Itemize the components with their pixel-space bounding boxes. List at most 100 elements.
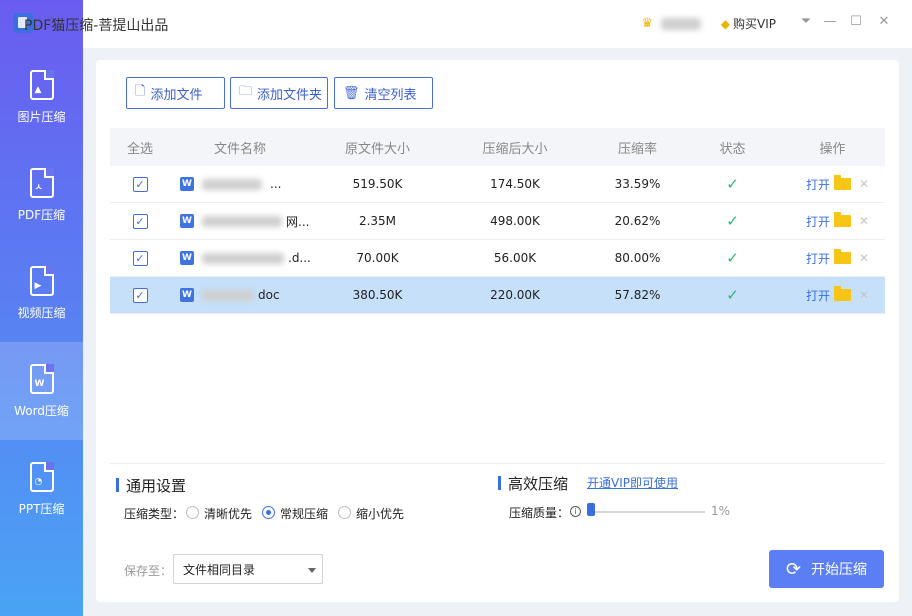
- header-status: 状态: [719, 141, 746, 157]
- compression-ratio: 80.00%: [614, 251, 661, 265]
- general-settings-title: 通用设置: [116, 475, 186, 496]
- video-file-icon: ▶: [29, 265, 54, 296]
- original-size: 380.50K: [352, 288, 403, 302]
- option-normal[interactable]: 常规压缩: [280, 505, 328, 522]
- radio-clarity-first[interactable]: [186, 506, 199, 519]
- add-file-icon: 🗋: [135, 84, 146, 99]
- row-checkbox[interactable]: ✓: [132, 287, 148, 303]
- user-name: [661, 17, 701, 30]
- blurred-text: [202, 252, 284, 264]
- original-size: 2.35M: [358, 214, 397, 228]
- clear-list-button[interactable]: 🗑 清空列表: [334, 77, 433, 109]
- remove-icon[interactable]: ✕: [859, 177, 869, 191]
- user-account[interactable]: ♛: [641, 16, 701, 31]
- header-original-size: 原文件大小: [344, 141, 410, 157]
- trash-icon: 🗑: [343, 85, 360, 101]
- file-name: .d...: [288, 251, 311, 265]
- radio-smaller-first[interactable]: [338, 506, 351, 519]
- start-compression-button[interactable]: ⟳ 开始压缩: [769, 550, 884, 588]
- blurred-text: [202, 289, 254, 301]
- table-row-selected[interactable]: ✓ Wdoc 380.50K 220.00K 57.82% ✓ 打开 ✕: [110, 277, 885, 314]
- blurred-text: [202, 178, 262, 190]
- folder-icon[interactable]: [833, 286, 851, 301]
- save-to-label: 保存至：: [124, 564, 173, 578]
- header-ratio: 压缩率: [617, 141, 657, 157]
- compression-ratio: 33.59%: [614, 177, 661, 191]
- success-check-icon: ✓: [726, 249, 739, 267]
- blurred-text: [202, 215, 282, 227]
- start-compression-label: 开始压缩: [811, 562, 868, 578]
- ppt-file-icon: ◔: [29, 461, 54, 492]
- word-doc-icon: W: [180, 177, 194, 191]
- minimize-icon[interactable]: —: [822, 14, 838, 29]
- remove-icon[interactable]: ✕: [859, 214, 869, 228]
- file-name: doc: [258, 288, 280, 302]
- open-vip-link[interactable]: 开通VIP即可使用: [587, 474, 678, 491]
- table-row[interactable]: ✓ W 网... 2.35M 498.00K 20.62% ✓ 打开 ✕: [110, 203, 885, 240]
- sidebar-item-ppt[interactable]: ◔ PPT压缩: [0, 440, 83, 538]
- compressed-size: 498.00K: [490, 214, 540, 228]
- file-name: 网...: [286, 214, 310, 229]
- word-doc-icon: W: [180, 251, 194, 265]
- open-link[interactable]: 打开: [806, 250, 830, 267]
- crown-icon: ♛: [641, 16, 653, 31]
- buy-vip-button[interactable]: ◆ 购买VIP: [721, 15, 776, 32]
- select-all-header[interactable]: 全选: [110, 128, 170, 166]
- refresh-icon: ⟳: [785, 558, 802, 580]
- app-title: PDF猫压缩-菩提山出品: [24, 18, 169, 34]
- maximize-icon[interactable]: ☐: [848, 14, 864, 29]
- open-link[interactable]: 打开: [806, 287, 830, 304]
- add-folder-button[interactable]: 🗀 添加文件夹: [230, 77, 328, 109]
- success-check-icon: ✓: [726, 286, 739, 304]
- add-file-button[interactable]: 🗋 添加文件: [126, 77, 225, 109]
- compressed-size: 174.50K: [490, 177, 540, 191]
- add-file-label: 添加文件: [150, 87, 203, 103]
- folder-icon[interactable]: [833, 212, 851, 227]
- open-link[interactable]: 打开: [806, 176, 830, 193]
- folder-icon[interactable]: [833, 249, 851, 264]
- original-size: 70.00K: [356, 251, 399, 265]
- original-size: 519.50K: [352, 177, 403, 191]
- quality-label: 压缩质量：: [509, 506, 570, 520]
- title-bar: PDF猫压缩-菩提山出品 ♛ ◆ 购买VIP ⏷ — ☐ ✕: [13, 0, 912, 48]
- compression-ratio: 20.62%: [614, 214, 661, 228]
- table-row[interactable]: ✓ W .d... 70.00K 56.00K 80.00% ✓ 打开 ✕: [110, 240, 885, 277]
- image-file-icon: ▲: [29, 69, 54, 100]
- row-checkbox[interactable]: ✓: [132, 176, 148, 192]
- close-icon[interactable]: ✕: [876, 14, 892, 29]
- pdf-file-icon: ㅅ: [29, 167, 54, 198]
- remove-icon[interactable]: ✕: [859, 251, 869, 265]
- success-check-icon: ✓: [726, 212, 739, 230]
- sidebar-item-word[interactable]: W Word压缩: [0, 342, 83, 440]
- sidebar-item-image[interactable]: ▲ 图片压缩: [0, 48, 83, 146]
- divider: [110, 463, 885, 464]
- menu-icon[interactable]: ⏷: [798, 14, 814, 29]
- buy-vip-label: 购买VIP: [733, 17, 776, 31]
- table-header: 全选 文件名称 原文件大小 压缩后大小 压缩率 状态 操作: [110, 128, 885, 166]
- option-clarity-first[interactable]: 清晰优先: [204, 505, 252, 522]
- sidebar-item-video[interactable]: ▶ 视频压缩: [0, 244, 83, 342]
- row-checkbox[interactable]: ✓: [132, 213, 148, 229]
- sidebar-item-label: 视频压缩: [17, 305, 66, 320]
- option-smaller-first[interactable]: 缩小优先: [356, 505, 404, 522]
- diamond-icon: ◆: [720, 16, 730, 31]
- save-location-value: 文件相同目录: [183, 562, 256, 577]
- row-checkbox[interactable]: ✓: [132, 250, 148, 266]
- quality-slider-handle[interactable]: [587, 503, 595, 516]
- sidebar-item-label: 图片压缩: [17, 109, 66, 124]
- header-actions: 操作: [819, 141, 846, 157]
- radio-normal[interactable]: [262, 506, 275, 519]
- header-file-name: 文件名称: [213, 141, 266, 157]
- word-doc-icon: W: [180, 214, 194, 228]
- sidebar-item-label: Word压缩: [14, 403, 69, 418]
- save-location-select[interactable]: 文件相同目录: [173, 554, 323, 584]
- sidebar-item-pdf[interactable]: ㅅ PDF压缩: [0, 146, 83, 244]
- folder-icon[interactable]: [833, 175, 851, 190]
- sidebar-item-label: PPT压缩: [18, 501, 65, 516]
- quality-slider-track[interactable]: [592, 511, 705, 513]
- remove-icon[interactable]: ✕: [859, 288, 869, 302]
- main-panel: 🗋 添加文件 🗀 添加文件夹 🗑 清空列表 全选 文件名称 原文件大小 压缩后大…: [96, 60, 899, 602]
- table-row[interactable]: ✓ W... 519.50K 174.50K 33.59% ✓ 打开 ✕: [110, 166, 885, 203]
- open-link[interactable]: 打开: [806, 213, 830, 230]
- info-icon[interactable]: i: [570, 506, 581, 517]
